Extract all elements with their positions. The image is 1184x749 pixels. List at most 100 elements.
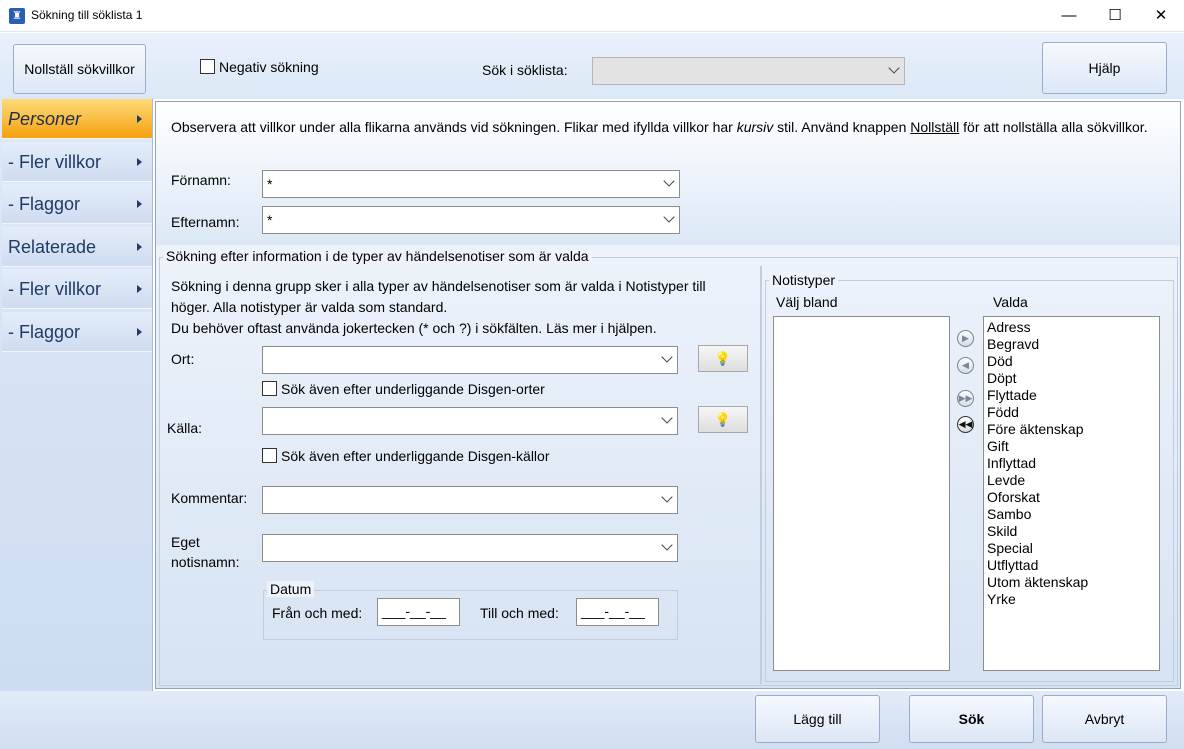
place-field[interactable] bbox=[262, 346, 678, 374]
list-item[interactable]: Special bbox=[987, 540, 1159, 557]
sidebar-item-fler-villkor-1[interactable]: - Fler villkor bbox=[2, 142, 152, 182]
last-name-value: * bbox=[267, 212, 273, 228]
list-item[interactable]: Begravd bbox=[987, 336, 1159, 353]
move-right-icon[interactable]: ▶ bbox=[957, 330, 974, 347]
to-date-label: Till och med: bbox=[480, 605, 559, 621]
negative-search-checkbox[interactable] bbox=[200, 59, 215, 74]
sidebar-item-label: - Flaggor bbox=[8, 322, 81, 342]
source-field[interactable] bbox=[262, 407, 678, 435]
list-item[interactable]: Skild bbox=[987, 523, 1159, 540]
sidebar-item-relaterade[interactable]: Relaterade bbox=[2, 227, 152, 267]
first-name-value: * bbox=[267, 176, 273, 192]
source-lookup-button[interactable]: 💡 bbox=[698, 406, 748, 433]
sidebar-item-label: Personer bbox=[8, 109, 82, 129]
place-lookup-button[interactable]: 💡 bbox=[698, 345, 748, 372]
chevron-right-icon bbox=[137, 158, 142, 166]
first-name-field[interactable]: * bbox=[262, 170, 680, 198]
from-date-field[interactable]: ___-__-__ bbox=[377, 598, 460, 626]
chevron-down-icon bbox=[663, 211, 675, 223]
event-group-title: Sökning efter information i de typer av … bbox=[163, 248, 592, 264]
maximize-button[interactable]: ☐ bbox=[1092, 0, 1138, 32]
add-button[interactable]: Lägg till bbox=[755, 695, 880, 743]
place-sub-checkbox[interactable] bbox=[262, 381, 277, 396]
chevron-right-icon bbox=[137, 200, 142, 208]
list-item[interactable]: Utom äktenskap bbox=[987, 574, 1159, 591]
list-item[interactable]: Död bbox=[987, 353, 1159, 370]
sidebar-item-label: - Flaggor bbox=[8, 194, 81, 214]
help-label: Hjälp bbox=[1088, 60, 1121, 76]
comment-field[interactable] bbox=[262, 486, 678, 514]
available-list[interactable] bbox=[773, 316, 950, 671]
chevron-right-icon bbox=[137, 115, 142, 123]
source-label: Källa: bbox=[167, 420, 203, 436]
selected-label: Valda bbox=[993, 294, 1028, 310]
list-item[interactable]: Adress bbox=[987, 319, 1159, 336]
search-label: Sök bbox=[958, 711, 985, 727]
cancel-label: Avbryt bbox=[1084, 711, 1125, 727]
sidebar-item-label: - Fler villkor bbox=[8, 152, 101, 172]
sidebar-item-flaggor-2[interactable]: - Flaggor bbox=[2, 312, 152, 352]
chevron-down-icon bbox=[661, 491, 673, 503]
to-date-field[interactable]: ___-__-__ bbox=[576, 598, 659, 626]
own-name-label: Eget notisnamn: bbox=[171, 532, 239, 572]
move-left-icon[interactable]: ◀ bbox=[957, 357, 974, 374]
own-name-label-line: notisnamn: bbox=[171, 554, 240, 570]
close-button[interactable]: ✕ bbox=[1138, 0, 1184, 32]
chevron-down-icon bbox=[661, 539, 673, 551]
list-item[interactable]: Yrke bbox=[987, 591, 1159, 608]
own-name-field[interactable] bbox=[262, 534, 678, 562]
search-in-list-dropdown[interactable] bbox=[592, 57, 905, 85]
info-text-part: för att nollställa alla sökvillkor. bbox=[959, 119, 1148, 135]
sidebar-item-fler-villkor-2[interactable]: - Fler villkor bbox=[2, 269, 152, 309]
available-label: Välj bland bbox=[776, 294, 838, 310]
search-button[interactable]: Sök bbox=[909, 695, 1034, 743]
last-name-field[interactable]: * bbox=[262, 206, 680, 234]
info-text-part: Observera att villkor under alla flikarn… bbox=[171, 119, 737, 135]
selected-list[interactable]: Adress Begravd Död Döpt Flyttade Född Fö… bbox=[983, 316, 1160, 671]
list-item[interactable]: Sambo bbox=[987, 506, 1159, 523]
reset-search-button[interactable]: Nollställ sökvillkor bbox=[13, 44, 146, 94]
last-name-label: Efternamn: bbox=[171, 214, 240, 230]
source-sub-checkbox[interactable] bbox=[262, 448, 277, 463]
event-group-description: Sökning i denna grupp sker i alla typer … bbox=[171, 276, 706, 339]
chevron-down-icon bbox=[888, 62, 900, 74]
window-title: Sökning till söklista 1 bbox=[31, 8, 143, 22]
list-item[interactable]: Gift bbox=[987, 438, 1159, 455]
negative-search-label: Negativ sökning bbox=[219, 59, 319, 75]
info-text-part: stil. Använd knappen bbox=[773, 119, 911, 135]
list-item[interactable]: Döpt bbox=[987, 370, 1159, 387]
chevron-down-icon bbox=[661, 351, 673, 363]
lightbulb-icon: 💡 bbox=[714, 351, 732, 366]
list-item[interactable]: Flyttade bbox=[987, 387, 1159, 404]
list-item[interactable]: Oforskat bbox=[987, 489, 1159, 506]
from-date-label: Från och med: bbox=[272, 605, 363, 621]
description-line: Du behöver oftast använda jokertecken (*… bbox=[171, 320, 657, 336]
sidebar-item-personer[interactable]: Personer bbox=[2, 99, 152, 139]
list-item[interactable]: Före äktenskap bbox=[987, 421, 1159, 438]
chevron-right-icon bbox=[137, 328, 142, 336]
sidebar-item-label: Relaterade bbox=[8, 237, 97, 257]
description-line: höger. Alla notistyper är valda som stan… bbox=[171, 299, 448, 315]
help-button[interactable]: Hjälp bbox=[1042, 42, 1167, 94]
chevron-down-icon bbox=[661, 412, 673, 424]
sidebar: Personer - Fler villkor - Flaggor Relate… bbox=[0, 99, 153, 691]
sidebar-item-flaggor-1[interactable]: - Flaggor bbox=[2, 184, 152, 224]
chevron-right-icon bbox=[137, 285, 142, 293]
splitter[interactable] bbox=[760, 266, 762, 684]
minimize-button[interactable]: — bbox=[1046, 0, 1092, 32]
cancel-button[interactable]: Avbryt bbox=[1042, 695, 1167, 743]
comment-label: Kommentar: bbox=[171, 490, 248, 506]
place-label: Ort: bbox=[171, 351, 195, 367]
list-item[interactable]: Levde bbox=[987, 472, 1159, 489]
source-sub-label: Sök även efter underliggande Disgen-käll… bbox=[281, 448, 550, 464]
list-item[interactable]: Inflyttad bbox=[987, 455, 1159, 472]
chevron-down-icon bbox=[663, 175, 675, 187]
place-sub-label: Sök även efter underliggande Disgen-orte… bbox=[281, 381, 545, 397]
list-item[interactable]: Född bbox=[987, 404, 1159, 421]
note-types-title: Notistyper bbox=[769, 272, 839, 288]
move-all-right-icon[interactable]: ▶▶ bbox=[957, 390, 974, 407]
search-in-list-label: Sök i söklista: bbox=[482, 62, 568, 78]
move-all-left-icon[interactable]: ◀◀ bbox=[957, 416, 974, 433]
title-bar bbox=[0, 0, 1184, 32]
list-item[interactable]: Utflyttad bbox=[987, 557, 1159, 574]
